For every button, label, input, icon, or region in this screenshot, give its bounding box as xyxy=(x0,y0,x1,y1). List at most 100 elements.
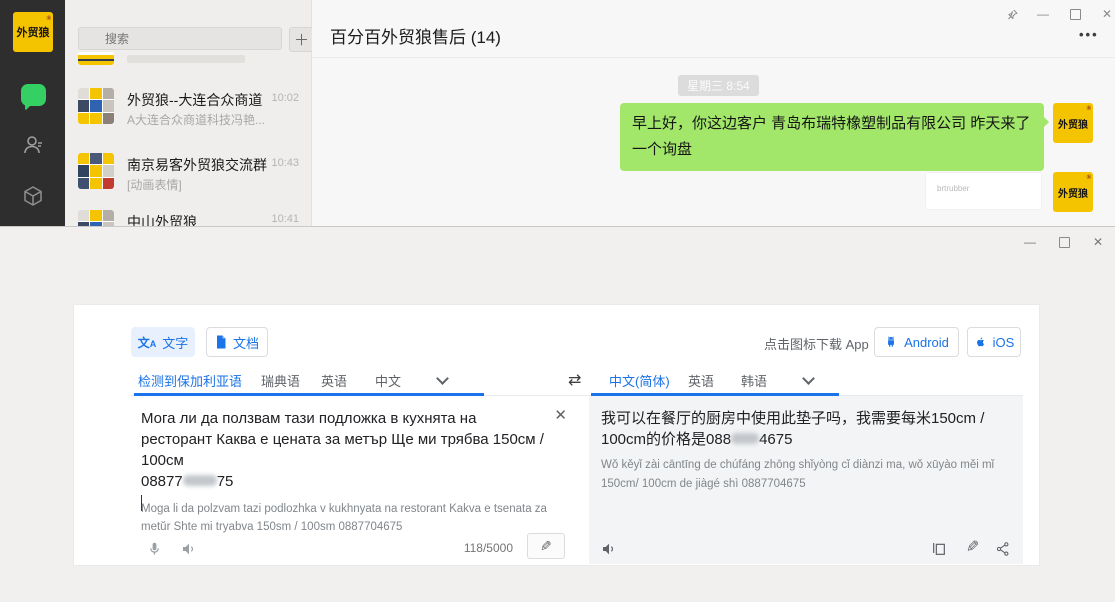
sender-avatar-label: 外贸狼 xyxy=(1058,116,1088,131)
miniprogram-tab[interactable] xyxy=(20,183,46,209)
chevron-down-icon xyxy=(436,372,449,385)
chats-tab[interactable] xyxy=(20,82,46,108)
translate-icon: 文A xyxy=(138,334,157,351)
chevron-down-icon xyxy=(802,372,815,385)
translator-window: — ✕ 文A 文字 文档 点击图标下载 App xyxy=(0,226,1115,602)
document-mode-button[interactable]: 文档 xyxy=(206,327,268,357)
user-avatar-label: 外贸狼 xyxy=(17,24,50,40)
swap-languages-button[interactable]: ⇄ xyxy=(568,365,581,395)
copy-icon xyxy=(931,541,947,557)
translator-minimize-button[interactable]: — xyxy=(1020,234,1040,250)
sent-message-bubble[interactable]: 早上好，你这边客户 青岛布瑞特橡塑制品有限公司 昨天来了一个询盘 xyxy=(620,103,1044,171)
phone-prefix: 08877 xyxy=(141,473,183,490)
copy-translation-button[interactable] xyxy=(931,541,947,557)
listen-translation-button[interactable] xyxy=(601,541,617,557)
source-romanization: Moga li da polzvam tazi podlozhka v kukh… xyxy=(141,500,569,536)
android-icon xyxy=(884,335,898,349)
search-input[interactable] xyxy=(78,27,282,50)
document-icon xyxy=(215,335,227,349)
share-translation-button[interactable] xyxy=(995,541,1011,557)
source-lang-tab[interactable]: 瑞典语 xyxy=(261,365,300,395)
source-text-panel[interactable]: Мога ли да ползвам тази подложка в кухня… xyxy=(131,396,579,564)
suggest-edit-button[interactable]: ✎ xyxy=(966,537,979,557)
registered-mark-icon: ® xyxy=(47,16,51,22)
list-item[interactable]: 外贸狼--大连合众商道 10:02 A大连合众商道科技冯艳... xyxy=(65,80,312,144)
target-lang-dropdown[interactable] xyxy=(804,365,813,395)
chat-preview: [动画表情] xyxy=(127,176,277,193)
mic-button[interactable] xyxy=(147,541,162,557)
header-divider xyxy=(312,57,1115,58)
close-icon: ✕ xyxy=(1093,235,1103,249)
group-avatar xyxy=(78,88,114,124)
phone-suffix: 75 xyxy=(217,473,234,490)
pencil-icon: ✎ xyxy=(540,538,552,555)
ios-download-button[interactable]: iOS xyxy=(967,327,1021,357)
maximize-icon xyxy=(1070,9,1081,20)
contacts-tab[interactable] xyxy=(20,132,46,158)
add-chat-button[interactable]: ＋ xyxy=(289,27,314,52)
app-window: 外贸狼 ® ＋ 外贸狼--大连合众 xyxy=(0,0,1115,602)
partial-group-avatar[interactable] xyxy=(78,52,114,65)
target-lang-tab-selected[interactable]: 中文(简体) xyxy=(609,365,670,395)
clear-source-button[interactable]: ✕ xyxy=(554,406,567,424)
text-mode-button[interactable]: 文A 文字 xyxy=(131,327,195,357)
sender-avatar[interactable]: 外贸狼 ® xyxy=(1053,103,1093,143)
android-download-button[interactable]: Android xyxy=(874,327,959,357)
chat-preview: A大连合众商道科技冯艳... xyxy=(127,111,277,128)
translation-text-body: 我可以在餐厅的厨房中使用此垫子吗，我需要每米150cm / 100cm的价格是 xyxy=(601,410,984,448)
group-avatar xyxy=(78,153,114,189)
pin-icon xyxy=(1006,8,1019,21)
apple-icon xyxy=(974,335,987,349)
phone-prefix: 088 xyxy=(706,431,731,448)
user-avatar[interactable]: 外贸狼 ® xyxy=(13,12,53,52)
list-item[interactable]: 南京易客外贸狼交流群 10:43 [动画表情] xyxy=(65,145,312,209)
phone-suffix: 4675 xyxy=(759,431,792,448)
minimize-icon: — xyxy=(1024,235,1036,249)
translation-text: 我可以在餐厅的厨房中使用此垫子吗，我需要每米150cm / 100cm的价格是0… xyxy=(601,408,1007,450)
source-lang-tab-detected[interactable]: 检测到保加利亚语 xyxy=(138,365,242,395)
maximize-button[interactable] xyxy=(1066,5,1084,23)
minimize-button[interactable]: — xyxy=(1034,5,1052,23)
char-counter: 118/5000 xyxy=(464,541,513,555)
translator-close-button[interactable]: ✕ xyxy=(1088,234,1108,250)
translation-pinyin: Wǒ kěyǐ zài cāntīng de chúfáng zhōng shǐ… xyxy=(601,456,1013,494)
download-app-hint: 点击图标下载 App xyxy=(764,334,869,353)
chat-more-button[interactable]: ••• xyxy=(1079,27,1099,42)
chat-time: 10:41 xyxy=(271,213,299,225)
android-label: Android xyxy=(904,335,949,350)
close-icon: ✕ xyxy=(1102,7,1112,21)
date-badge: 星期三 8:54 xyxy=(678,75,759,96)
source-phone-line: 08877 75 xyxy=(141,471,546,492)
chat-time: 10:02 xyxy=(271,92,299,104)
source-text-body: Мога ли да ползвам тази подложка в кухня… xyxy=(141,410,544,469)
chat-title: 外贸狼--大连合众商道 xyxy=(127,90,267,110)
listen-source-button[interactable] xyxy=(181,541,197,557)
chat-title: 南京易客外贸狼交流群 xyxy=(127,155,267,175)
target-lang-tab[interactable]: 英语 xyxy=(688,365,714,395)
source-lang-dropdown[interactable] xyxy=(438,365,447,395)
translator-maximize-button[interactable] xyxy=(1054,234,1074,250)
sender-avatar-label: 外贸狼 xyxy=(1058,185,1088,200)
source-lang-tab[interactable]: 中文 xyxy=(375,365,401,395)
redaction-blur xyxy=(731,433,759,444)
speaker-icon xyxy=(181,541,197,557)
registered-mark-icon: ® xyxy=(1087,106,1091,112)
message-text: 早上好，你这边客户 青岛布瑞特橡塑制品有限公司 昨天来了一个询盘 xyxy=(632,115,1030,158)
registered-mark-icon: ® xyxy=(1087,175,1091,181)
translator-card: 文A 文字 文档 点击图标下载 App Android xyxy=(73,304,1040,566)
translation-panel: 我可以在餐厅的厨房中使用此垫子吗，我需要每米150cm / 100cm的价格是0… xyxy=(589,396,1023,564)
speaker-icon xyxy=(601,541,617,557)
chat-time: 10:43 xyxy=(271,157,299,169)
source-lang-tab[interactable]: 英语 xyxy=(321,365,347,395)
text-mode-label: 文字 xyxy=(162,333,188,352)
close-button[interactable]: ✕ xyxy=(1098,5,1115,23)
target-lang-tab[interactable]: 韩语 xyxy=(741,365,767,395)
link-card-text: brtrubber xyxy=(937,184,969,193)
source-text[interactable]: Мога ли да ползвам тази подложка в кухня… xyxy=(141,408,546,511)
edit-source-button[interactable]: ✎ xyxy=(527,533,565,559)
plus-icon: ＋ xyxy=(294,29,309,50)
link-card-message[interactable]: brtrubber xyxy=(925,172,1042,210)
pin-button[interactable] xyxy=(1003,5,1021,23)
chat-bubble-icon xyxy=(21,84,46,106)
sender-avatar[interactable]: 外贸狼 ® xyxy=(1053,172,1093,212)
